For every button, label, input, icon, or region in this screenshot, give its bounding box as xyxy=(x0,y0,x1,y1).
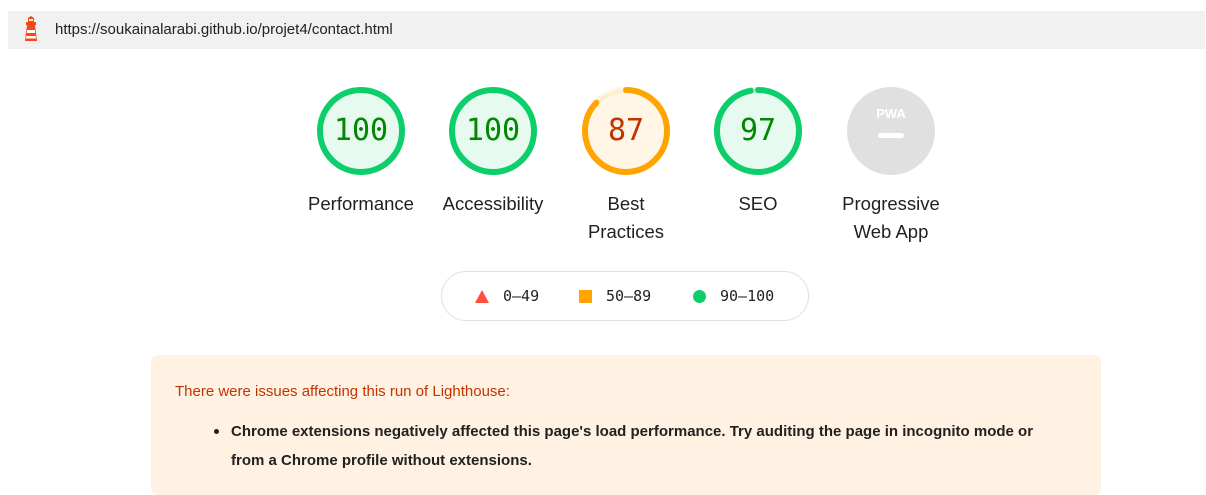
legend-average-range: 50–89 xyxy=(606,287,652,305)
average-square-icon xyxy=(579,289,592,303)
pwa-dash-icon xyxy=(878,133,904,138)
gauge-label: Best Practices xyxy=(587,193,665,242)
warning-title: There were issues affecting this run of … xyxy=(175,383,510,400)
warning-item: Chrome extensions negatively affected th… xyxy=(209,417,1059,475)
gauge-score: 100 xyxy=(333,113,389,148)
gauge-accessibility[interactable]: 100 Accessibility xyxy=(428,86,558,218)
gauge-score: 87 xyxy=(607,113,645,148)
legend-fail: 0–49 xyxy=(475,272,539,320)
gauge-label: Performance xyxy=(308,193,414,214)
gauge-best[interactable]: 87 Best Practices xyxy=(561,86,691,246)
gauge-label: Progressive Web App xyxy=(842,193,940,242)
pwa-badge-text: PWA xyxy=(876,106,906,121)
gauge-score: 100 xyxy=(465,113,521,148)
legend-fail-range: 0–49 xyxy=(503,287,540,305)
pass-circle-icon xyxy=(693,289,706,303)
gauge-progressive[interactable]: PWA Progressive Web App xyxy=(826,86,956,246)
gauge-score: 97 xyxy=(739,113,777,148)
gauge-label: Accessibility xyxy=(442,193,544,214)
legend-average: 50–89 xyxy=(579,272,651,320)
score-legend: 0–49 50–89 90–100 xyxy=(441,271,809,321)
gauge-label: SEO xyxy=(738,193,778,214)
page-url[interactable]: https://soukainalarabi.github.io/projet4… xyxy=(55,11,393,49)
lighthouse-icon xyxy=(25,16,37,41)
fail-triangle-icon xyxy=(475,289,489,303)
gauge-seo[interactable]: 97 SEO xyxy=(693,86,823,218)
legend-pass-range: 90–100 xyxy=(720,287,775,305)
gauge-ring: PWA xyxy=(847,87,935,175)
legend-pass: 90–100 xyxy=(693,272,774,320)
runtime-warning: There were issues affecting this run of … xyxy=(151,355,1101,495)
gauge-performance[interactable]: 100 Performance xyxy=(296,86,426,218)
url-bar: https://soukainalarabi.github.io/projet4… xyxy=(8,11,1205,49)
warning-list: Chrome extensions negatively affected th… xyxy=(209,417,1059,475)
